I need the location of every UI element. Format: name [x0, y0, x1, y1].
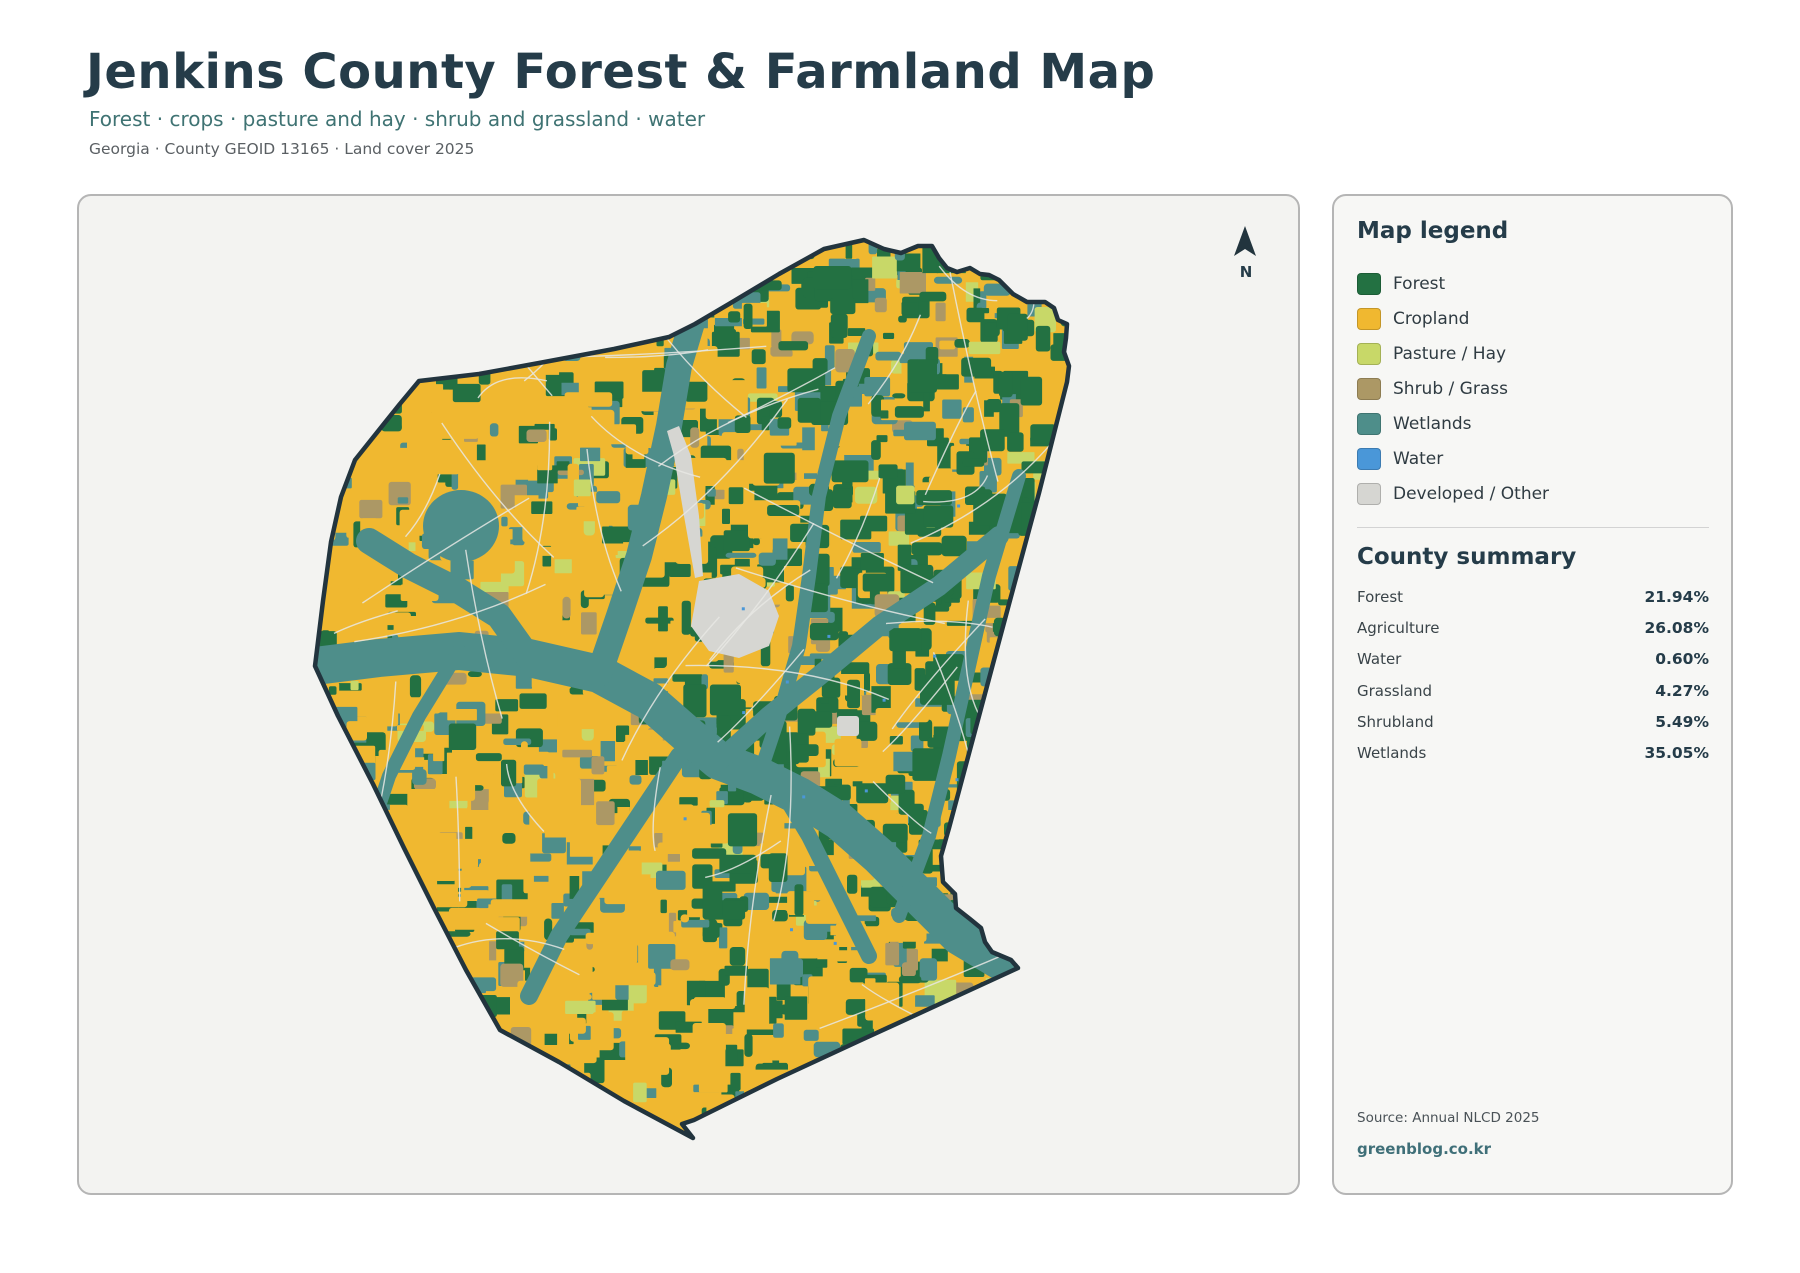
divider [1357, 527, 1709, 528]
page-subtitle: Forest · crops · pasture and hay · shrub… [89, 107, 706, 131]
north-label: N [1239, 263, 1253, 281]
legend-item-forest: Forest [1357, 266, 1549, 301]
summary-name: Agriculture [1357, 619, 1440, 638]
summary-title: County summary [1357, 544, 1577, 570]
summary-name: Grassland [1357, 681, 1432, 700]
summary-row: Forest 21.94% [1357, 588, 1709, 619]
legend-item-water: Water [1357, 441, 1549, 476]
summary-name: Shrubland [1357, 712, 1434, 731]
summary-value: 21.94% [1644, 588, 1709, 606]
legend-label: Developed / Other [1393, 483, 1550, 504]
pasture-swatch [1357, 342, 1381, 365]
legend-label: Cropland [1393, 308, 1470, 329]
cropland-swatch [1357, 307, 1381, 330]
summary-value: 0.60% [1655, 650, 1709, 669]
legend-label: Forest [1393, 273, 1446, 294]
summary-value: 35.05% [1644, 743, 1709, 762]
legend-label: Wetlands [1393, 413, 1472, 434]
page-title: Jenkins County Forest & Farmland Map [86, 44, 1156, 100]
site-link[interactable]: greenblog.co.kr [1357, 1140, 1491, 1158]
legend-title: Map legend [1357, 218, 1509, 244]
legend-label: Water [1393, 448, 1444, 469]
developed-swatch [1357, 482, 1381, 505]
legend-label: Shrub / Grass [1393, 378, 1508, 399]
summary-row: Water 0.60% [1357, 650, 1709, 681]
legend-item-developed: Developed / Other [1357, 476, 1549, 511]
summary-value: 4.27% [1655, 681, 1709, 700]
page-meta: Georgia · County GEOID 13165 · Land cove… [89, 140, 475, 158]
legend-item-cropland: Cropland [1357, 301, 1549, 336]
legend-item-wetlands: Wetlands [1357, 406, 1549, 441]
land-cover-raster [315, 240, 1069, 1138]
legend-label: Pasture / Hay [1393, 343, 1507, 364]
side-panel: Map legend Forest Cropland Pasture / Hay… [1332, 194, 1733, 1195]
summary-value: 5.49% [1655, 712, 1709, 731]
summary-name: Water [1357, 650, 1402, 669]
shrub-swatch [1357, 377, 1381, 400]
summary-row: Grassland 4.27% [1357, 682, 1709, 713]
water-swatch [1357, 447, 1381, 470]
map-panel[interactable] [77, 194, 1300, 1195]
summary-row: Agriculture 26.08% [1357, 619, 1709, 650]
summary-row: Wetlands 35.05% [1357, 744, 1709, 775]
wetlands-swatch [1357, 412, 1381, 435]
legend-item-shrub: Shrub / Grass [1357, 371, 1549, 406]
summary-name: Wetlands [1357, 743, 1427, 762]
legend-list: Forest Cropland Pasture / Hay Shrub / Gr… [1357, 266, 1549, 511]
summary-row: Shrubland 5.49% [1357, 713, 1709, 744]
source-note: Source: Annual NLCD 2025 [1357, 1110, 1540, 1126]
land-cover-map[interactable] [79, 196, 1300, 1195]
summary-name: Forest [1357, 588, 1404, 606]
legend-item-pasture: Pasture / Hay [1357, 336, 1549, 371]
summary-value: 26.08% [1644, 619, 1709, 638]
forest-swatch [1357, 272, 1381, 295]
summary-table: Forest 21.94% Agriculture 26.08% Water 0… [1357, 588, 1709, 775]
